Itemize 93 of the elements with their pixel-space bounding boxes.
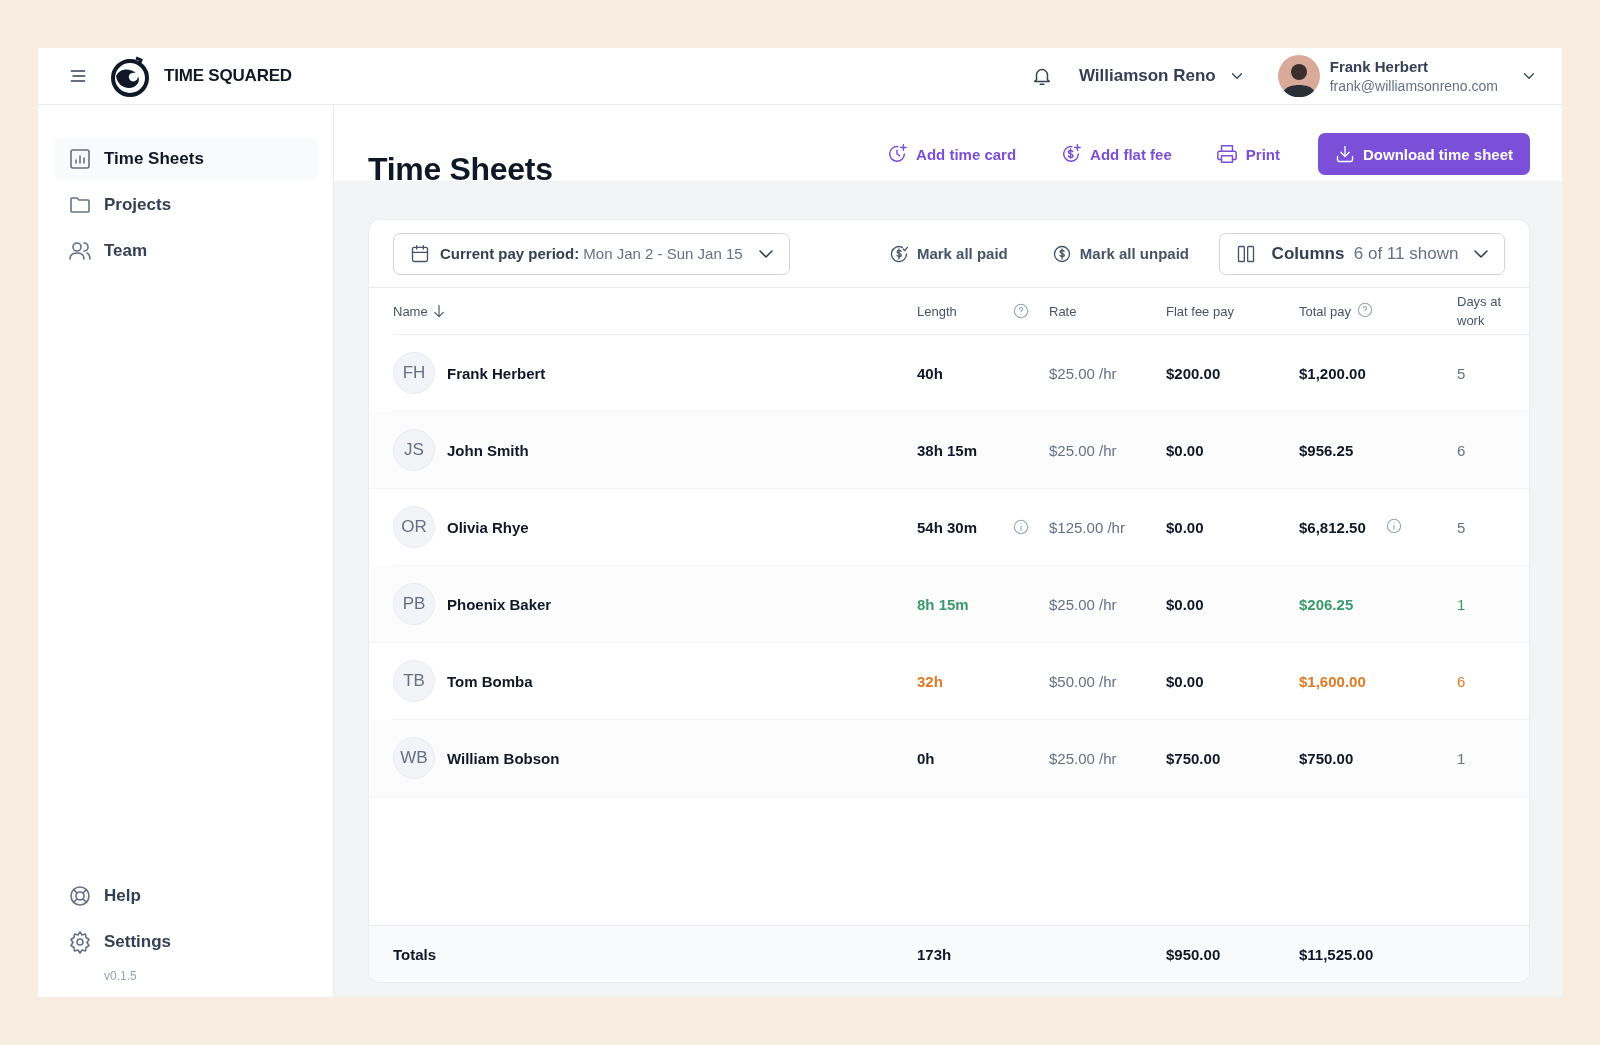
column-header[interactable]: Total pay: [1299, 303, 1352, 319]
table-cell: $956.25: [1299, 441, 1354, 459]
table-cell: $1,600.00: [1299, 672, 1366, 690]
column-header[interactable]: Flat fee pay: [1166, 303, 1234, 319]
table-cell: $200.00: [1166, 364, 1221, 382]
table-cell: $25.00 /hr: [1049, 364, 1117, 382]
chevron-down-icon: [1474, 249, 1488, 258]
dollar-plus-icon: [1060, 143, 1083, 165]
table-cell: 5: [1457, 518, 1466, 536]
help-icon: [1357, 301, 1374, 318]
total-cell-text: 173h: [917, 945, 953, 963]
pay-period-dropdown[interactable]: Current pay period: Mon Jan 2 - Sun Jan 15: [393, 232, 790, 275]
printer-icon: [1215, 143, 1238, 165]
table-cell: 0h: [917, 749, 935, 767]
sidebar-item[interactable]: Time Sheets: [54, 138, 317, 180]
table-cell: $0.00: [1166, 441, 1204, 459]
logo-icon: [108, 54, 152, 98]
table-cell: 6: [1457, 672, 1466, 690]
table-cell: 32h: [917, 672, 943, 690]
employee-name: Frank Herbert: [447, 364, 546, 382]
table-cell: 38h 15m: [917, 441, 978, 459]
table-cell: 5: [1457, 364, 1466, 382]
version-label: v0.1.5: [103, 969, 138, 983]
columns-icon: [1236, 243, 1256, 264]
sidebar-item[interactable]: Settings: [54, 921, 317, 963]
column-header[interactable]: Days at work: [1457, 292, 1507, 330]
help-icon: [68, 884, 92, 908]
table-cell: $750.00: [1299, 749, 1354, 767]
dollar-circle-icon: [1051, 243, 1072, 264]
employee-name: Olivia Rhye: [447, 518, 529, 536]
download-icon: [1334, 144, 1355, 164]
user-menu[interactable]: Frank Herbert frank@williamsonreno.com: [1277, 55, 1538, 97]
workspace-dropdown[interactable]: Williamson Reno: [1078, 66, 1246, 86]
table-cell: 1: [1457, 749, 1466, 767]
action-link[interactable]: Add time card: [886, 143, 1017, 165]
chevron-down-icon: [758, 249, 773, 258]
employee-name: John Smith: [447, 441, 529, 459]
table-cell: $125.00 /hr: [1049, 518, 1125, 536]
download-button[interactable]: Download time sheet: [1317, 133, 1530, 175]
table-cell: $750.00: [1166, 749, 1221, 767]
initials-avatar: JS: [393, 429, 435, 471]
table-cell: 8h 15m: [917, 595, 969, 613]
dollar-check-icon: [888, 243, 909, 264]
sort-arrow-icon[interactable]: [433, 304, 444, 318]
table-cell: 6: [1457, 441, 1466, 459]
table-cell: $0.00: [1166, 518, 1204, 536]
chart-icon: [68, 147, 92, 171]
settings-icon: [68, 930, 92, 954]
action-link[interactable]: Print: [1215, 143, 1280, 165]
table-cell: $25.00 /hr: [1049, 595, 1117, 613]
table-cell: $0.00: [1166, 672, 1204, 690]
table-cell: $206.25: [1299, 595, 1354, 613]
table-cell: $50.00 /hr: [1049, 672, 1117, 690]
table-cell: 40h: [917, 364, 943, 382]
employee-name: William Bobson: [447, 749, 560, 767]
table-cell: $1,200.00: [1299, 364, 1366, 382]
table-cell: $0.00: [1166, 595, 1204, 613]
avatar: [1277, 55, 1320, 97]
initials-avatar: TB: [393, 660, 435, 702]
page-title: Time Sheets: [368, 153, 554, 185]
column-header[interactable]: Length: [917, 303, 957, 319]
column-header[interactable]: Name: [393, 303, 428, 319]
users-icon: [68, 239, 92, 263]
calendar-icon: [410, 243, 430, 264]
table-cell: $6,812.50: [1299, 518, 1366, 536]
initials-avatar: PB: [393, 583, 435, 625]
employee-name: Phoenix Baker: [447, 595, 552, 613]
table-cell: $25.00 /hr: [1049, 441, 1117, 459]
action-link[interactable]: Add flat fee: [1060, 143, 1172, 165]
info-icon: [1385, 517, 1402, 534]
table-cell: 1: [1457, 595, 1466, 613]
table-cell: 54h 30m: [917, 518, 978, 536]
column-header[interactable]: Rate: [1049, 303, 1077, 319]
user-name: Frank Herbert: [1329, 58, 1430, 75]
info-icon: [1013, 519, 1029, 535]
sidebar-item[interactable]: Projects: [54, 184, 317, 226]
sidebar-item[interactable]: Help: [54, 875, 317, 917]
brand-name: TIME SQUARED: [164, 66, 292, 86]
sidebar-item[interactable]: Team: [54, 230, 317, 272]
mark-paid-button[interactable]: Mark all paid: [888, 243, 1008, 264]
employee-name: Tom Bomba: [447, 672, 533, 690]
initials-avatar: WB: [393, 737, 435, 779]
initials-avatar: FH: [393, 352, 435, 394]
columns-dropdown[interactable]: Columns 6 of 11 shown: [1219, 232, 1505, 275]
totals-label: Totals: [393, 945, 438, 963]
help-icon: [1013, 303, 1029, 319]
mark-unpaid-button[interactable]: Mark all unpaid: [1051, 243, 1189, 264]
total-cell-text: $950.00: [1166, 945, 1222, 963]
initials-avatar: OR: [393, 506, 435, 548]
user-email: frank@williamsonreno.com: [1329, 78, 1498, 94]
total-cell-text: $11,525.00: [1299, 945, 1375, 963]
clock-plus-icon: [886, 143, 909, 165]
table-cell: $25.00 /hr: [1049, 749, 1117, 767]
